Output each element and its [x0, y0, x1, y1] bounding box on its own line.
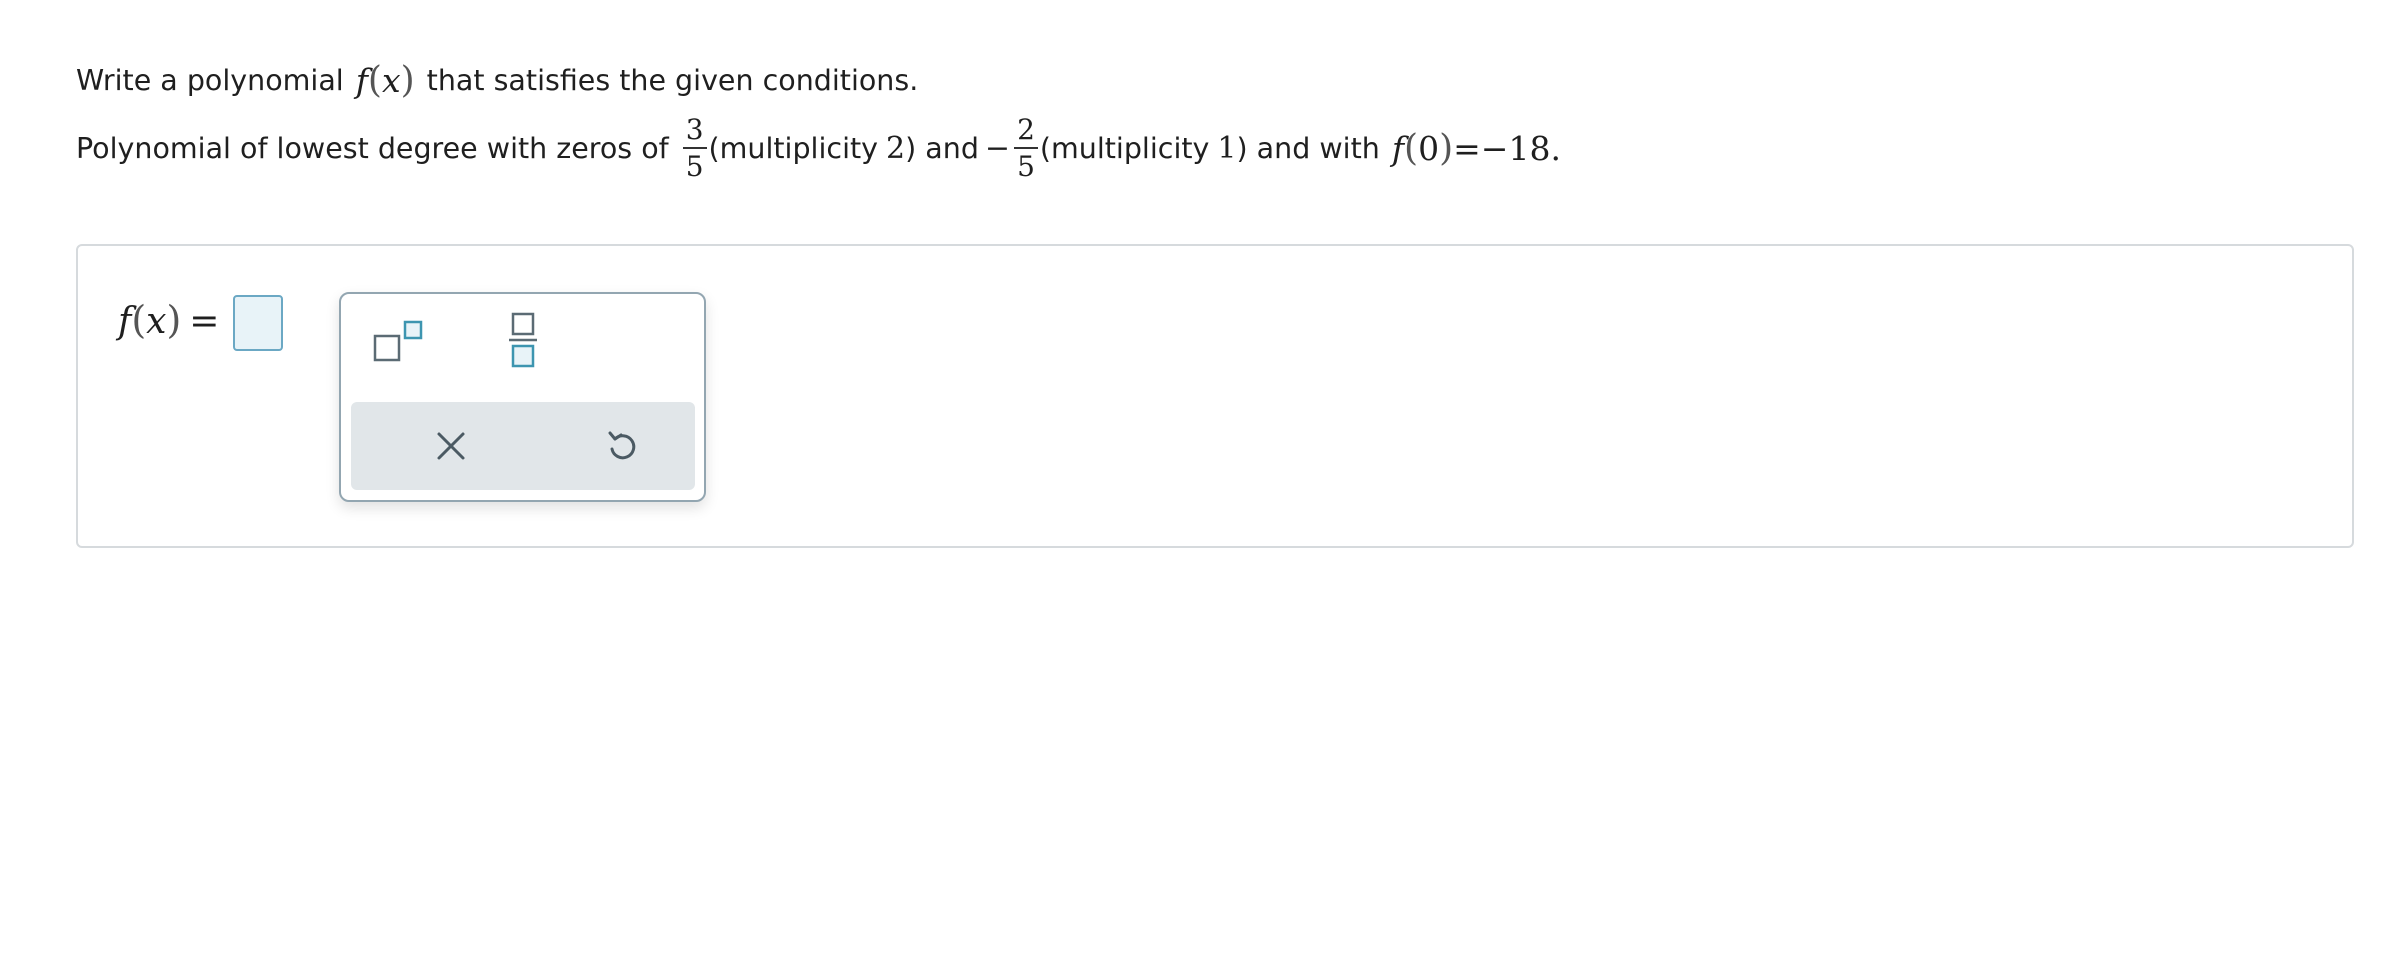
- undo-icon: [608, 431, 636, 460]
- question-intro-text: Write a polynomial: [76, 64, 344, 97]
- clear-button[interactable]: [411, 410, 491, 482]
- palette-actions: [351, 402, 695, 490]
- multiplicity-1-suffix: ) and: [905, 132, 979, 165]
- multiplicity-1-prefix: (multiplicity: [708, 132, 879, 165]
- multiplicity-1-value: 2: [886, 131, 906, 166]
- zero-2-fraction: 2 5: [1014, 116, 1038, 181]
- function-notation: f(x): [355, 60, 415, 101]
- close-icon: [437, 432, 465, 460]
- zero-1-fraction: 3 5: [682, 116, 707, 181]
- exponent-button[interactable]: [359, 304, 439, 376]
- answer-input[interactable]: [233, 295, 283, 351]
- zero-2-sign: −: [984, 131, 1011, 166]
- fraction-template-icon: [509, 312, 537, 368]
- math-palette: [339, 292, 706, 502]
- multiplicity-2-prefix: (multiplicity: [1039, 132, 1210, 165]
- multiplicity-2-value: 1: [1217, 131, 1237, 166]
- question-line-2: Polynomial of lowest degree with zeros o…: [76, 116, 1561, 181]
- question-line-1: Write a polynomial f(x) that satisfies t…: [76, 60, 918, 101]
- question-intro-suffix: that satisfies the given conditions.: [426, 64, 919, 97]
- multiplicity-2-suffix: ) and with: [1236, 132, 1380, 165]
- fraction-button[interactable]: [483, 304, 563, 376]
- undo-button[interactable]: [583, 410, 663, 482]
- condition-expression: f(0)=−18.: [1391, 128, 1561, 169]
- conditions-prefix: Polynomial of lowest degree with zeros o…: [76, 132, 669, 165]
- superscript-template-icon: [373, 320, 423, 362]
- answer-label: f(x) =: [118, 298, 220, 342]
